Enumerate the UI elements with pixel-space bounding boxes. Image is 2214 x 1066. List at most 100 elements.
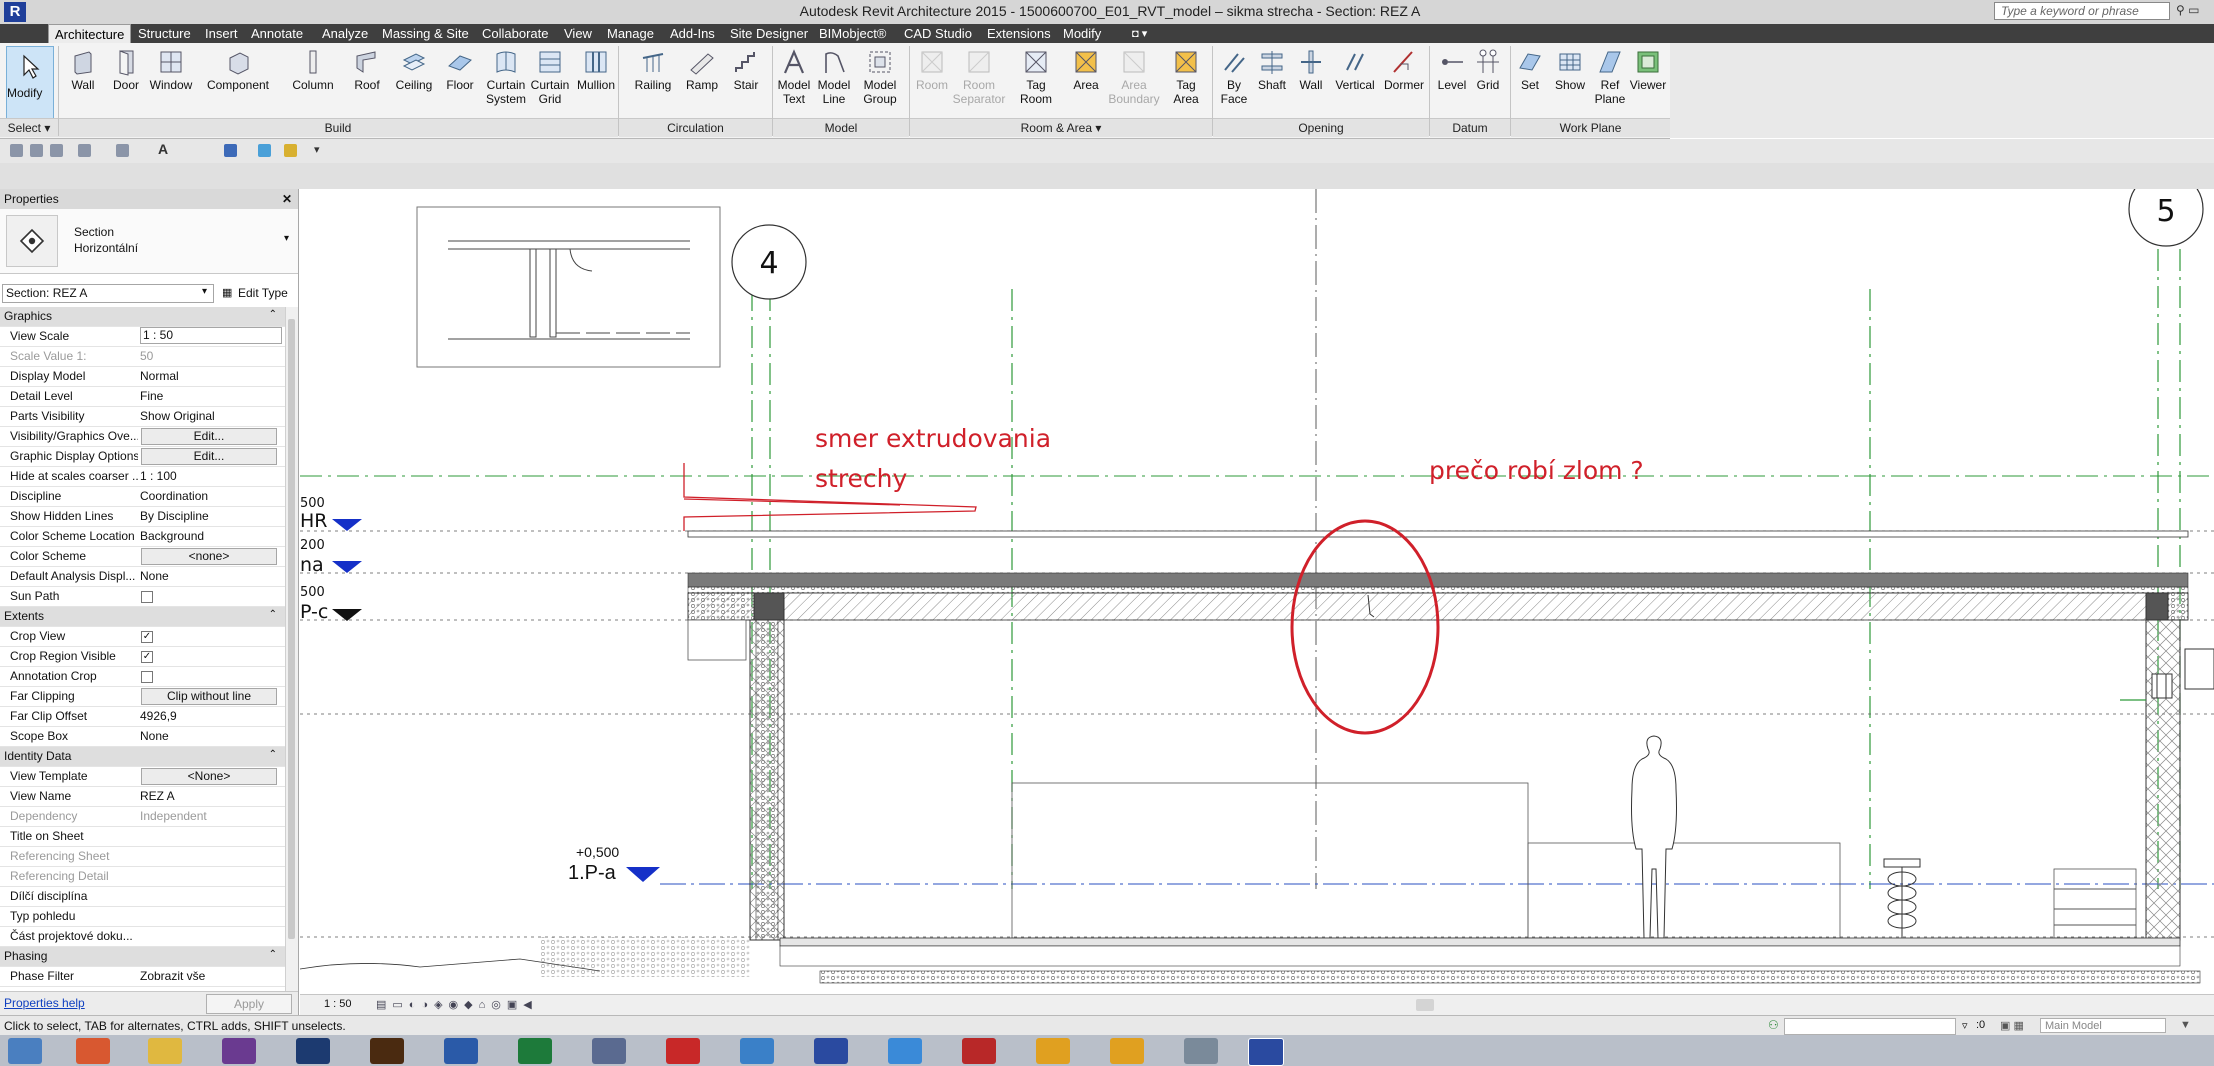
tab-analyze[interactable]: Analyze [316, 24, 374, 43]
tab-annotate[interactable]: Annotate [245, 24, 309, 43]
property-checkbox[interactable]: ✓ [141, 631, 153, 643]
property-edit-button[interactable]: <none> [141, 548, 277, 565]
property-row[interactable]: View Scale 1 : 50 [0, 327, 285, 347]
floor-slab[interactable] [299, 937, 2201, 984]
property-edit-button[interactable]: Edit... [141, 448, 277, 465]
worksets-icon[interactable]: ⚇ [1768, 1018, 1779, 1032]
chevron-down-icon[interactable]: ▾ [284, 233, 289, 244]
room-button[interactable]: Room [912, 46, 952, 124]
chevron-down-icon[interactable]: ▾ [202, 286, 207, 297]
modify-button[interactable]: Modify [6, 46, 54, 122]
tab-extensions[interactable]: Extensions [981, 24, 1057, 43]
revit-taskbar-icon[interactable] [814, 1038, 848, 1064]
model-text-button[interactable]: Model Text [774, 46, 814, 124]
property-row[interactable]: Crop Region Visible ✓ [0, 647, 285, 667]
ref-plane-button[interactable]: Ref Plane [1590, 46, 1630, 124]
property-value[interactable]: Normal [140, 369, 278, 383]
property-row[interactable]: Scale Value 1: 50 [0, 347, 285, 367]
tag-area-button[interactable]: Tag Area [1166, 46, 1206, 124]
mullion-button[interactable]: Mullion [574, 46, 618, 124]
viewer-button[interactable]: Viewer [1628, 46, 1668, 124]
property-row[interactable]: Title on Sheet [0, 827, 285, 847]
property-row[interactable]: Display Model Normal [0, 367, 285, 387]
property-row[interactable]: View Template <None> [0, 767, 285, 787]
property-value[interactable]: None [140, 729, 278, 743]
property-row[interactable]: Crop View ✓ [0, 627, 285, 647]
property-row[interactable]: Graphic Display Options Edit... [0, 447, 285, 467]
window-button[interactable]: Window [147, 46, 195, 124]
property-row[interactable]: Část projektové doku... [0, 927, 285, 947]
roof-button[interactable]: Roof [348, 46, 386, 124]
curtain-system-button[interactable]: Curtain System [484, 46, 528, 124]
view-scale-indicator[interactable]: 1 : 50 [324, 998, 352, 1010]
door-button[interactable]: Door [106, 46, 146, 124]
property-value[interactable]: 50 [140, 349, 278, 363]
ceiling-button[interactable]: Ceiling [392, 46, 436, 124]
save-icon[interactable] [50, 144, 63, 157]
property-checkbox[interactable]: ✓ [141, 651, 153, 663]
floor-button[interactable]: Floor [440, 46, 480, 124]
section-view-canvas[interactable]: 4 5 500 HR 200 na 500 P-c +0,500 1.P-a s… [299, 171, 2214, 1015]
collapse-icon[interactable]: ⌃ [269, 309, 277, 320]
property-row[interactable]: Color Scheme <none> [0, 547, 285, 567]
property-row[interactable]: Dependency Independent [0, 807, 285, 827]
stair-button[interactable]: Stair [726, 46, 766, 124]
filter-icon[interactable]: ▼ [2180, 1019, 2191, 1031]
apps-grid-icon[interactable] [76, 1038, 110, 1064]
curtain-grid-button[interactable]: Curtain Grid [528, 46, 572, 124]
property-value[interactable]: Independent [140, 809, 278, 823]
model-group-button[interactable]: Model Group [858, 46, 902, 124]
property-value[interactable]: By Discipline [140, 509, 278, 523]
workset-dropdown[interactable] [1784, 1018, 1956, 1035]
chrome-icon[interactable] [1036, 1038, 1070, 1064]
property-value[interactable]: 1 : 50 [140, 327, 282, 344]
collapse-icon[interactable]: ⌃ [269, 609, 277, 620]
window-controls[interactable]: ⚲ ▭ [2176, 3, 2199, 17]
property-row[interactable]: Typ pohledu [0, 907, 285, 927]
file-explorer-icon[interactable] [148, 1038, 182, 1064]
ribbon-toggle-icon[interactable]: ◘ ▾ [1132, 27, 1156, 40]
properties-help-link[interactable]: Properties help [4, 996, 85, 1010]
wall-opening-button[interactable]: Wall [1292, 46, 1330, 124]
tab-add-ins[interactable]: Add-Ins [664, 24, 721, 43]
property-value[interactable]: 4926,9 [140, 709, 278, 723]
tab-bimobject[interactable]: BIMobject® [813, 24, 892, 43]
property-row[interactable]: Dílčí disciplína [0, 887, 285, 907]
property-row[interactable]: Referencing Detail [0, 867, 285, 887]
shaft-button[interactable]: Shaft [1252, 46, 1292, 124]
chrome-icon[interactable] [1110, 1038, 1144, 1064]
model-line-button[interactable]: Model Line [814, 46, 854, 124]
level-marker-icon[interactable] [332, 519, 362, 531]
sketchup-icon[interactable] [666, 1038, 700, 1064]
close-icon[interactable]: ✕ [282, 189, 292, 209]
tab-insert[interactable]: Insert [199, 24, 244, 43]
edit-type-icon[interactable]: ▦ [222, 286, 232, 299]
new-icon[interactable] [10, 144, 23, 157]
revit-active-icon[interactable] [1248, 1038, 1284, 1066]
property-row[interactable]: Detail Level Fine [0, 387, 285, 407]
property-checkbox[interactable] [141, 671, 153, 683]
horizontal-scrollbar-thumb[interactable] [1416, 999, 1434, 1011]
tab-manage[interactable]: Manage [601, 24, 660, 43]
level-marker-icon[interactable] [332, 609, 362, 621]
property-row[interactable]: Hide at scales coarser ... 1 : 100 [0, 467, 285, 487]
undo-icon[interactable] [78, 144, 91, 157]
property-row[interactable]: Default Analysis Displ... None [0, 567, 285, 587]
tab-massing-site[interactable]: Massing & Site [376, 24, 475, 43]
annotation-circle[interactable] [1290, 519, 1440, 735]
area-button[interactable]: Area [1066, 46, 1106, 124]
tab-modify[interactable]: Modify [1057, 24, 1107, 43]
room-separator-button[interactable]: Room Separator [952, 46, 1006, 124]
property-row[interactable]: Far Clip Offset 4926,9 [0, 707, 285, 727]
property-row[interactable]: Annotation Crop [0, 667, 285, 687]
customize-qat-icon[interactable]: ▾ [314, 143, 320, 156]
set-button[interactable]: Set [1512, 46, 1548, 124]
section-tool-icon[interactable] [258, 144, 271, 157]
property-edit-button[interactable]: Clip without line [141, 688, 277, 705]
grid-button[interactable]: Grid [1468, 46, 1508, 124]
property-row[interactable]: Far Clipping Clip without line [0, 687, 285, 707]
property-edit-button[interactable]: <None> [141, 768, 277, 785]
browser-icon[interactable] [888, 1038, 922, 1064]
revit-logo-icon[interactable]: R [4, 2, 26, 22]
property-value[interactable]: Show Original [140, 409, 278, 423]
